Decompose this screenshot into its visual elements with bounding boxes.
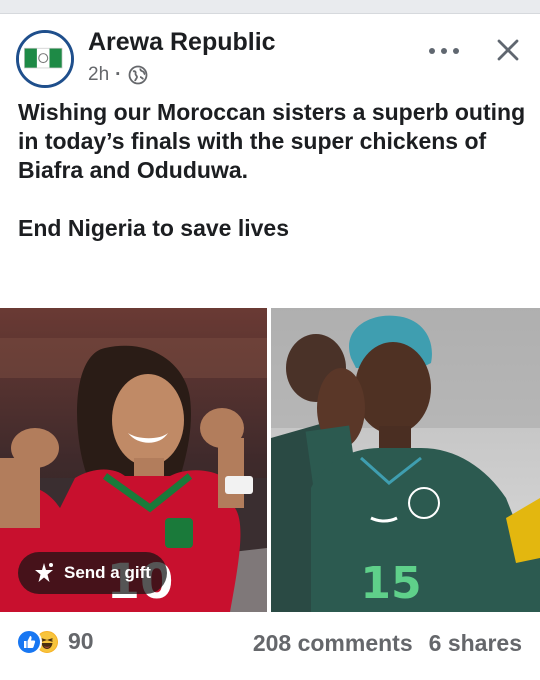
jersey-number-15: 15 <box>360 558 421 609</box>
shares-count[interactable]: 6 shares <box>429 630 522 657</box>
top-strip <box>0 0 540 14</box>
reaction-count: 90 <box>68 628 94 654</box>
nigeria-flag-icon <box>19 33 71 85</box>
engagement-counts: 208 comments 6 shares <box>253 630 522 657</box>
photo-nigeria-player[interactable]: 15 <box>271 308 540 612</box>
post-text-line: Wishing our Moroccan sisters a superb ou… <box>18 99 526 183</box>
more-options-button[interactable] <box>420 34 468 68</box>
globe-icon <box>128 65 148 85</box>
like-icon <box>16 628 42 655</box>
more-horizontal-icon-dot <box>429 48 435 54</box>
send-gift-label: Send a gift <box>64 563 151 582</box>
page-name[interactable]: Arewa Republic <box>88 28 276 57</box>
gift-icon <box>32 561 56 585</box>
comments-count[interactable]: 208 comments <box>253 630 413 657</box>
more-horizontal-icon-dot <box>441 48 447 54</box>
post-header: Arewa Republic 2h · <box>0 14 540 94</box>
post-time[interactable]: 2h <box>88 64 109 86</box>
post-text-line: End Nigeria to save lives <box>18 215 290 241</box>
post-footer: 90 208 comments 6 shares <box>0 612 540 680</box>
more-horizontal-icon-dot <box>453 48 459 54</box>
post-meta: 2h · <box>88 64 148 86</box>
reactions-summary[interactable]: 90 <box>16 628 94 655</box>
close-icon <box>497 39 519 61</box>
meta-separator: · <box>115 64 122 85</box>
close-button[interactable] <box>488 30 528 70</box>
send-gift-button[interactable]: Send a gift <box>18 552 167 594</box>
post-text: Wishing our Moroccan sisters a superb ou… <box>18 98 528 243</box>
avatar[interactable] <box>16 30 74 88</box>
